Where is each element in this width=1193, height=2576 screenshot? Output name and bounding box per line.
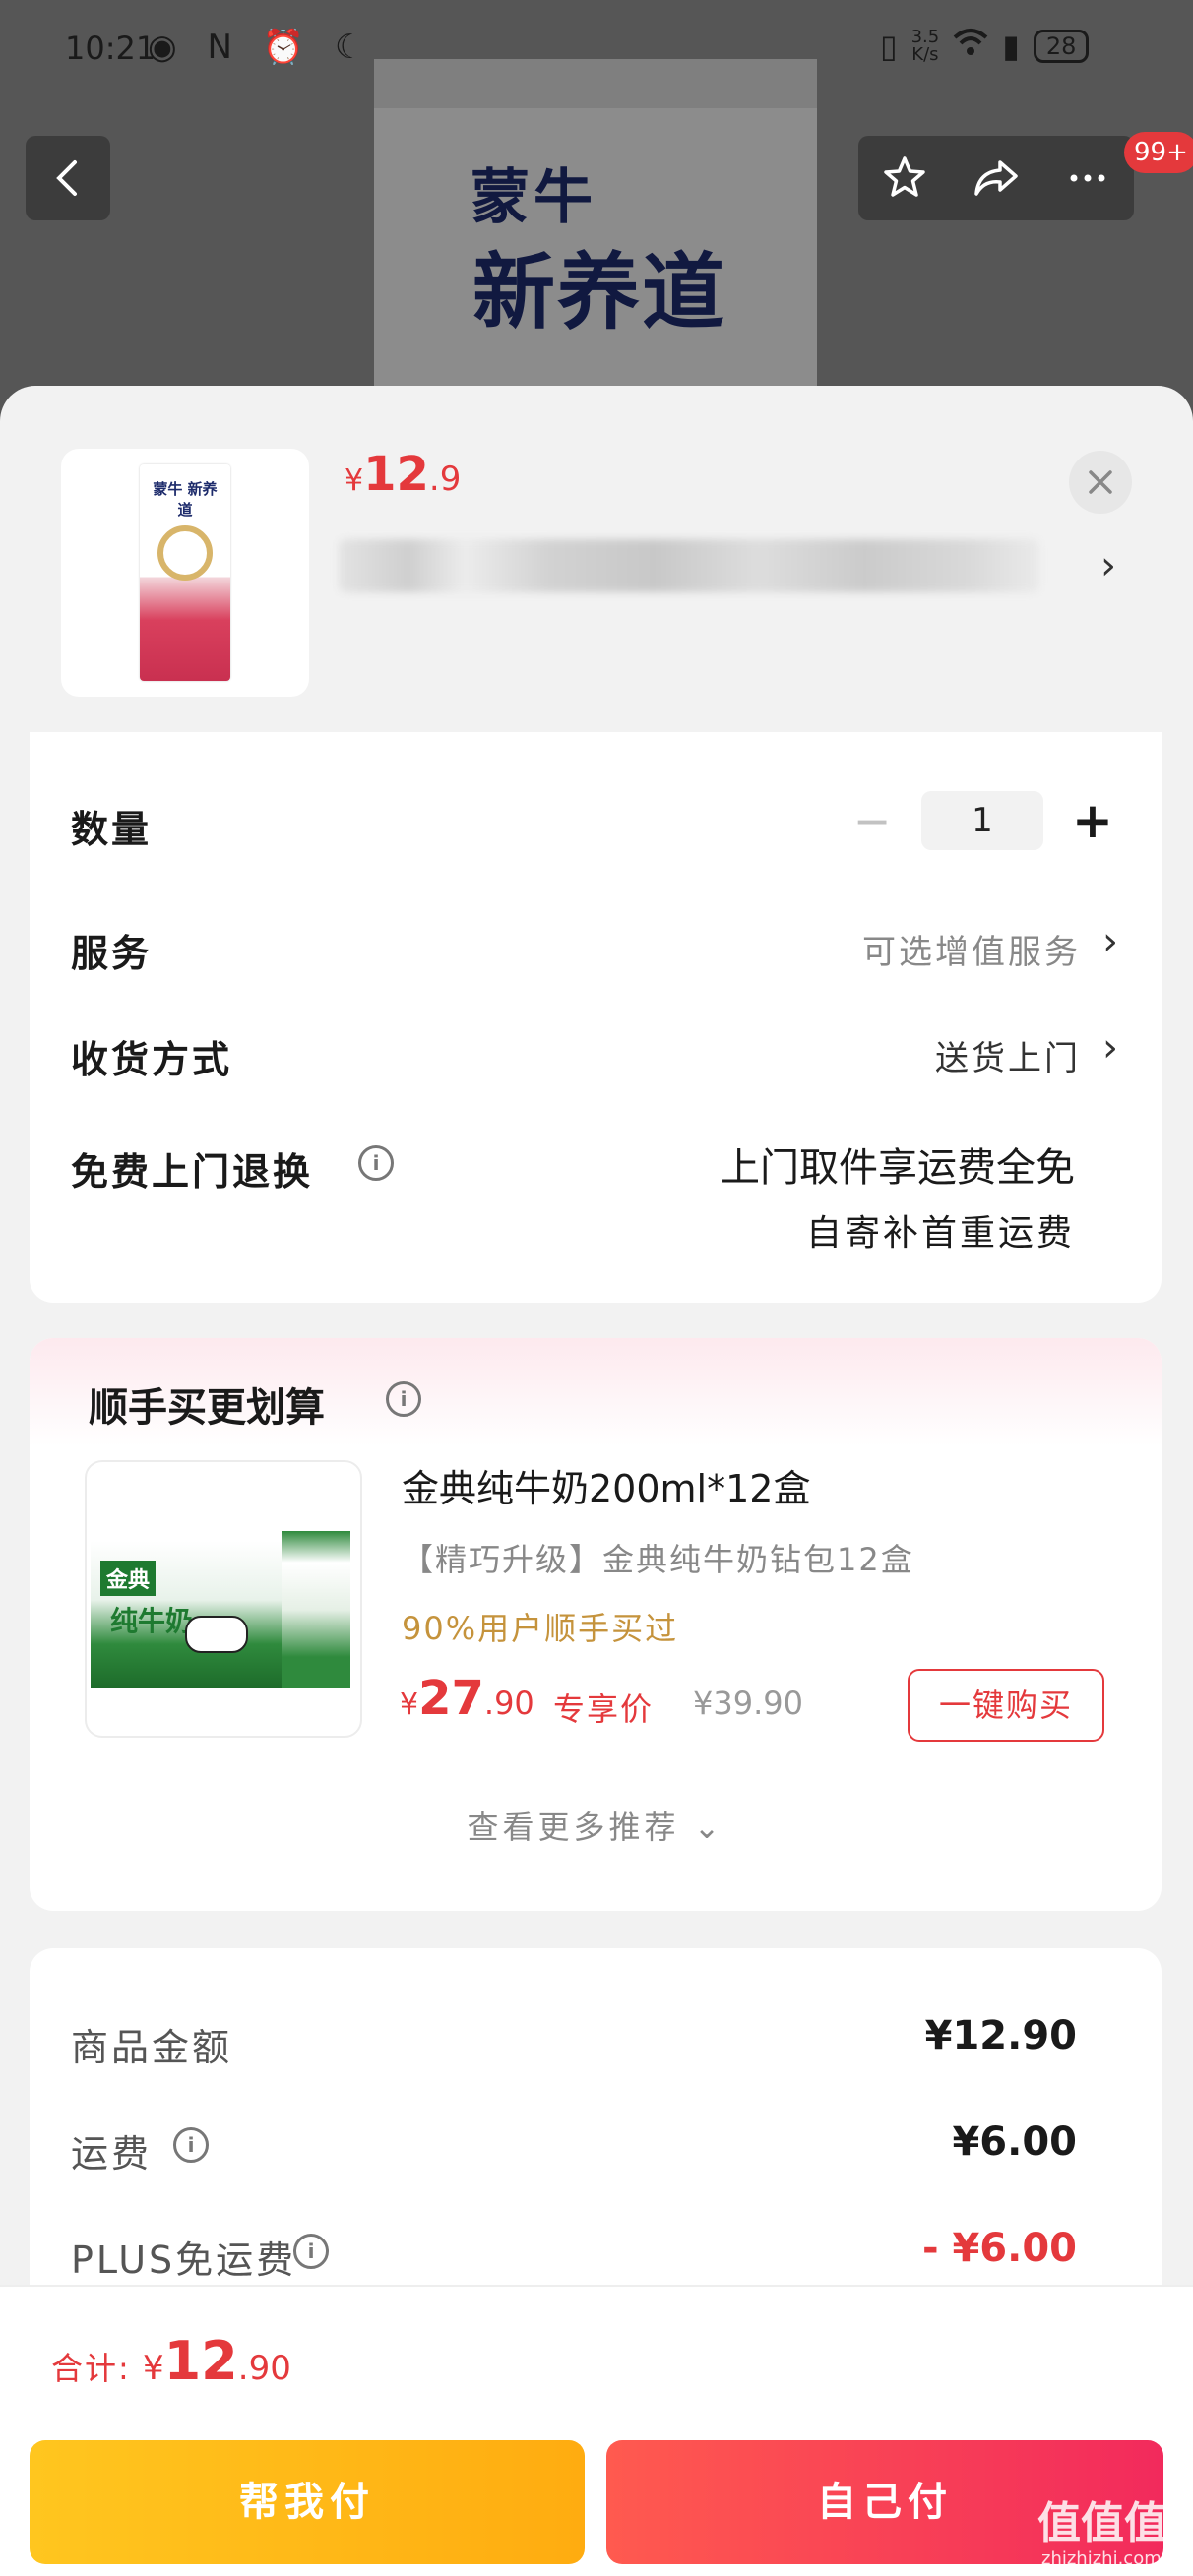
price-decimal: .9 bbox=[428, 460, 462, 499]
subtotal-label: 商品金额 bbox=[71, 2026, 233, 2069]
service-label: 服务 bbox=[71, 932, 153, 975]
recommendation-title: 顺手买更划算 bbox=[89, 1385, 325, 1431]
image-brand-badge: 金典 bbox=[100, 1561, 157, 1596]
milk-carton-image: 蒙牛 新养道 bbox=[140, 464, 230, 681]
help-me-pay-button[interactable]: 帮我付 bbox=[30, 2440, 585, 2564]
product-thumbnail: 蒙牛 新养道 bbox=[61, 449, 309, 697]
original-price: ¥39.90 bbox=[693, 1685, 803, 1722]
wifi-icon bbox=[953, 28, 988, 65]
quantity-increase-button[interactable]: + bbox=[1063, 791, 1122, 850]
free-return-line1: 上门取件享运费全免 bbox=[721, 1145, 1075, 1191]
message-badge: 99+ bbox=[1124, 132, 1193, 173]
image-brand-text: 纯牛奶 bbox=[110, 1605, 194, 1637]
close-icon bbox=[1089, 470, 1112, 494]
total-integer: 12 bbox=[163, 2330, 238, 2392]
milk-carton-graphic bbox=[282, 1531, 350, 1688]
info-icon[interactable]: i bbox=[173, 2127, 209, 2163]
pack-logo: 蒙牛 新养道 bbox=[153, 480, 218, 519]
price-currency: ¥ bbox=[345, 463, 364, 498]
info-icon[interactable]: i bbox=[293, 2234, 329, 2269]
battery-indicator: 28 bbox=[1033, 30, 1090, 63]
delivery-label: 收货方式 bbox=[71, 1038, 233, 1081]
service-value[interactable]: 可选增值服务 bbox=[862, 925, 1081, 973]
watermark-url: zhizhizhi.com bbox=[1041, 2548, 1162, 2569]
options-card: 数量 − 1 + 服务 可选增值服务 › 收货方式 送货上门 › 免费上门退换 … bbox=[30, 732, 1162, 1303]
quantity-label: 数量 bbox=[71, 808, 153, 851]
status-time: 10:21 bbox=[65, 30, 157, 67]
back-button[interactable] bbox=[26, 136, 110, 220]
see-more-recommendations-link[interactable]: 查看更多推荐 ⌄ bbox=[30, 1803, 1162, 1848]
cow-graphic bbox=[185, 1616, 248, 1653]
product-header: 蒙牛 新养道 ¥12.9 › bbox=[0, 386, 1193, 730]
purchase-sheet: 蒙牛 新养道 ¥12.9 › 数量 − 1 + 服务 可选增值服务 › 收货方式… bbox=[0, 386, 1193, 2574]
watermark-logo: 值值值 bbox=[1037, 2498, 1167, 2548]
product-price: ¥12.9 bbox=[345, 447, 461, 502]
status-system-icons: ▯ 3.5 K/s ▮ 28 bbox=[880, 28, 1090, 65]
price-currency: ¥ bbox=[400, 1687, 419, 1722]
quantity-decrease-button[interactable]: − bbox=[843, 791, 902, 850]
info-icon[interactable]: i bbox=[358, 1145, 394, 1181]
price-decimal: .90 bbox=[483, 1685, 534, 1722]
network-speed: 3.5 K/s bbox=[911, 29, 940, 64]
exclusive-price-tag: 专享价 bbox=[553, 1690, 655, 1728]
quantity-input[interactable]: 1 bbox=[921, 791, 1043, 850]
free-return-line2: 自寄补首重运费 bbox=[805, 1213, 1075, 1254]
pack-ring-graphic bbox=[157, 525, 213, 581]
recommended-price: ¥27.90 bbox=[400, 1671, 534, 1726]
chevron-right-icon[interactable]: › bbox=[1102, 919, 1118, 964]
status-bar: 10:21 ◉ N ⏰ ☾ ▯ 3.5 K/s ▮ 28 bbox=[0, 0, 1193, 98]
order-total: 合计: ¥12.90 bbox=[51, 2330, 291, 2392]
chevron-right-icon[interactable]: › bbox=[1100, 543, 1116, 588]
network-speed-unit: K/s bbox=[911, 44, 939, 65]
top-action-group bbox=[858, 136, 1134, 220]
recommended-product-desc: 【精巧升级】金典纯牛奶钻包12盒 bbox=[402, 1541, 914, 1578]
shipping-label: 运费 bbox=[71, 2132, 153, 2176]
delivery-value[interactable]: 送货上门 bbox=[935, 1031, 1081, 1079]
shipping-value: ¥6.00 bbox=[952, 2119, 1077, 2165]
total-decimal: .90 bbox=[237, 2349, 291, 2388]
one-click-buy-button[interactable]: 一键购买 bbox=[908, 1669, 1104, 1742]
back-arrow-icon bbox=[56, 160, 77, 196]
checkout-footer: 合计: ¥12.90 帮我付 自己付 bbox=[0, 2285, 1193, 2576]
social-proof-text: 90%用户顺手买过 bbox=[402, 1610, 679, 1647]
recommended-product-image[interactable]: 金典 纯牛奶 bbox=[85, 1460, 362, 1738]
recommended-product-name[interactable]: 金典纯牛奶200ml*12盒 bbox=[402, 1458, 810, 1512]
more-icon[interactable] bbox=[1062, 153, 1113, 204]
quantity-stepper: − 1 + bbox=[843, 791, 1122, 850]
free-return-label: 免费上门退换 bbox=[71, 1150, 314, 1194]
product-title-blurred[interactable] bbox=[339, 539, 1039, 592]
star-icon[interactable] bbox=[879, 153, 930, 204]
plus-free-shipping-value: - ¥6.00 bbox=[921, 2226, 1077, 2271]
subtotal-value: ¥12.90 bbox=[924, 2013, 1077, 2058]
total-currency: ¥ bbox=[142, 2349, 164, 2388]
price-integer: 12 bbox=[363, 447, 429, 502]
recommendation-card: 顺手买更划算 i 金典 纯牛奶 金典纯牛奶200ml*12盒 【精巧升级】金典纯… bbox=[30, 1338, 1162, 1911]
status-notification-icons: ◉ N ⏰ ☾ bbox=[148, 28, 375, 67]
alert-icon: ▮ bbox=[1002, 28, 1020, 65]
vibrate-icon: ▯ bbox=[880, 28, 898, 65]
share-icon[interactable] bbox=[971, 153, 1022, 204]
close-button[interactable] bbox=[1069, 451, 1132, 514]
chevron-right-icon[interactable]: › bbox=[1102, 1025, 1118, 1071]
plus-free-shipping-label: PLUS免运费 bbox=[71, 2239, 297, 2282]
price-integer: 27 bbox=[418, 1671, 484, 1726]
total-label: 合计: bbox=[51, 2350, 143, 2387]
info-icon[interactable]: i bbox=[386, 1381, 421, 1417]
